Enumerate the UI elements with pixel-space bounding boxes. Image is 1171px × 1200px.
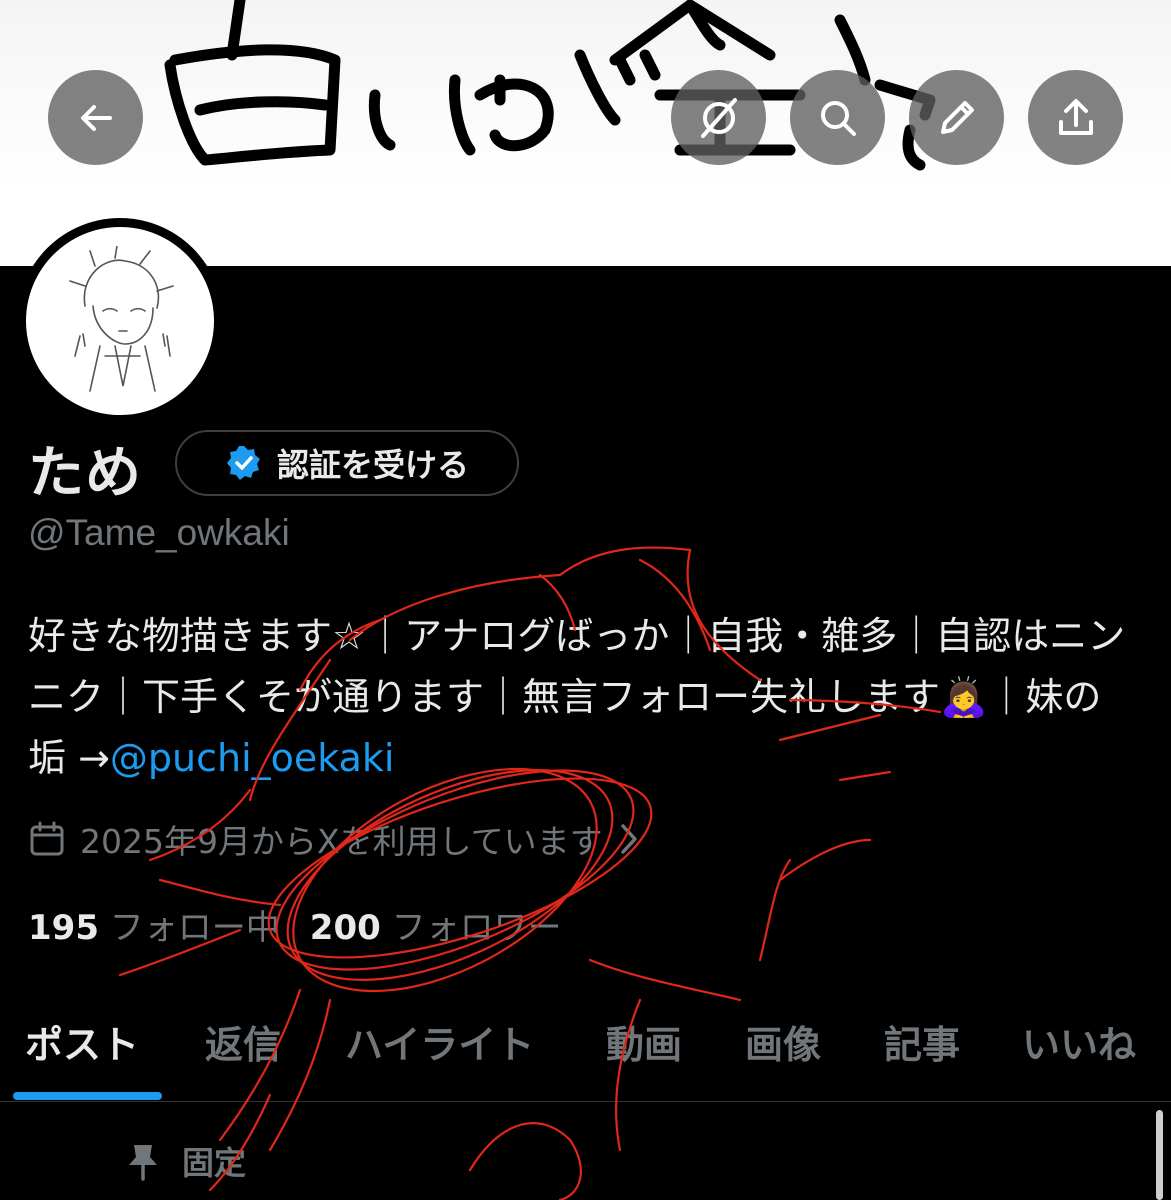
followers-label: フォロワー bbox=[391, 908, 562, 948]
calendar-icon bbox=[30, 821, 64, 856]
active-tab-indicator bbox=[13, 1092, 162, 1100]
tab-videos[interactable]: 動画 bbox=[606, 1014, 682, 1069]
avatar-image bbox=[26, 227, 214, 415]
avatar[interactable] bbox=[17, 218, 223, 424]
tab-articles[interactable]: 記事 bbox=[884, 1014, 960, 1069]
get-verified-button[interactable]: 認証を受ける bbox=[175, 430, 519, 496]
tabs-divider bbox=[0, 1101, 1171, 1102]
follow-stats: 195 フォロー中 200 フォロワー bbox=[28, 900, 562, 949]
followers-count: 200 bbox=[309, 908, 381, 948]
followers-link[interactable]: 200 フォロワー bbox=[310, 900, 562, 949]
pin-icon bbox=[129, 1145, 157, 1181]
profile-banner[interactable] bbox=[0, 0, 1171, 266]
search-button[interactable] bbox=[790, 70, 885, 165]
following-link[interactable]: 195 フォロー中 bbox=[28, 900, 280, 949]
tab-highlights[interactable]: ハイライト bbox=[345, 1014, 534, 1069]
bio-mention-link[interactable]: @puchi_oekaki bbox=[110, 736, 395, 780]
following-count: 195 bbox=[28, 908, 99, 948]
verified-badge-icon bbox=[226, 446, 260, 480]
following-label: フォロー中 bbox=[109, 908, 280, 948]
joined-date-text: 2025年9月からXを利用しています bbox=[80, 822, 603, 861]
edit-button[interactable] bbox=[909, 70, 1004, 165]
chevron-right-icon bbox=[620, 824, 637, 854]
avatar-drawing bbox=[69, 246, 174, 392]
search-icon bbox=[820, 100, 856, 136]
user-handle: @Tame_owkaki bbox=[28, 512, 290, 553]
get-verified-label: 認証を受ける bbox=[276, 446, 469, 484]
grok-button[interactable] bbox=[671, 70, 766, 165]
tab-replies[interactable]: 返信 bbox=[205, 1014, 281, 1069]
pencil-icon bbox=[940, 100, 974, 134]
back-button[interactable] bbox=[48, 70, 143, 165]
pinned-label: 固定 bbox=[182, 1144, 247, 1182]
display-name: ため bbox=[28, 441, 142, 506]
profile-bio: 好きな物描きます☆｜アナログばっか｜自我・雑多｜自認はニンニク｜下手くそが通りま… bbox=[28, 606, 1138, 789]
tab-likes[interactable]: いいね bbox=[1022, 1014, 1136, 1069]
joined-date-row[interactable]: 2025年9月からXを利用しています bbox=[28, 815, 641, 863]
scrollbar[interactable] bbox=[1156, 1110, 1163, 1200]
pinned-post-label: 固定 bbox=[126, 1138, 246, 1184]
tab-posts[interactable]: ポスト bbox=[25, 1014, 139, 1069]
share-button[interactable] bbox=[1028, 70, 1123, 165]
arrow-left-icon bbox=[80, 104, 112, 131]
grok-icon bbox=[700, 97, 737, 138]
tab-photos[interactable]: 画像 bbox=[745, 1014, 821, 1069]
share-icon bbox=[1058, 98, 1093, 135]
profile-tabs: ポスト 返信 ハイライト 動画 画像 記事 いいね bbox=[0, 1004, 1171, 1100]
